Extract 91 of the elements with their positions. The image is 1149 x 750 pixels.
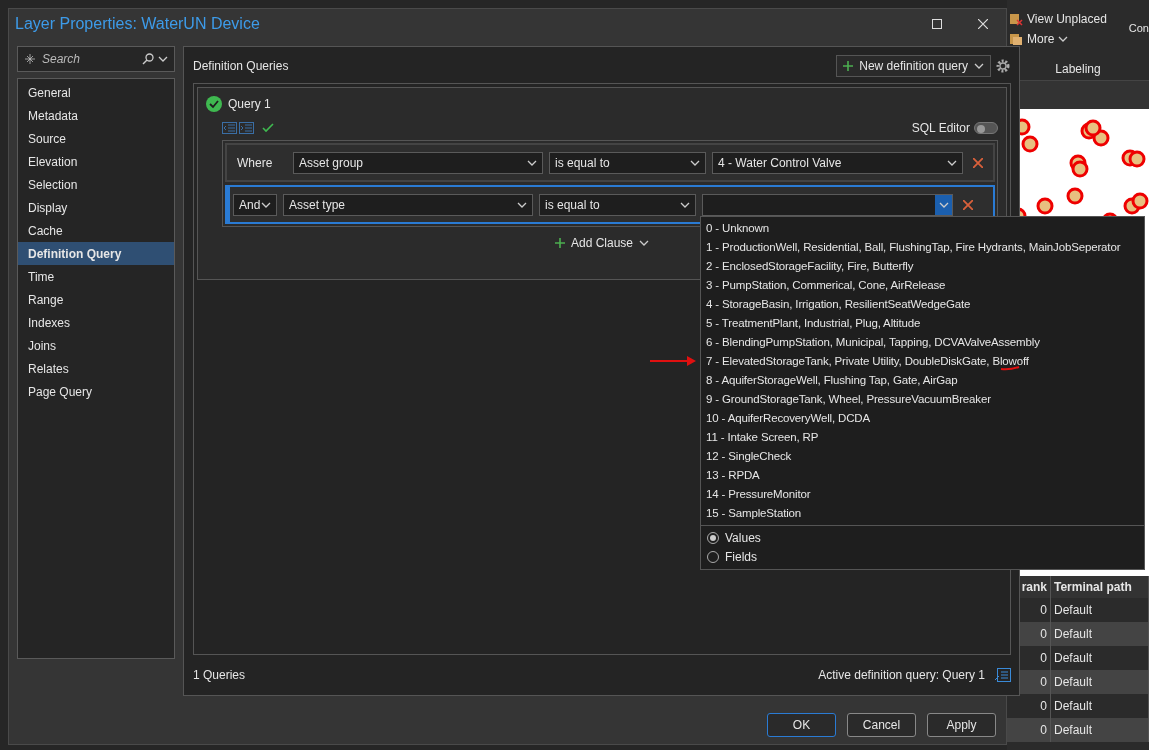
window-title: Layer Properties: WaterUN Device: [15, 14, 261, 33]
caret-icon: [1058, 36, 1069, 42]
dropdown-option[interactable]: 10 - AquiferRecoveryWell, DCDA: [701, 408, 1144, 427]
operator-dropdown[interactable]: is equal to: [549, 151, 706, 174]
plus-icon: [843, 61, 854, 71]
maximize-icon: [932, 18, 942, 29]
query-count: 1 Queries: [193, 668, 246, 682]
dialog-button[interactable]: Apply: [927, 713, 996, 737]
close-icon: [978, 18, 988, 29]
arrow-annotation: [649, 355, 697, 367]
radio-option[interactable]: Values: [707, 531, 1138, 545]
sparkle-icon: [24, 53, 36, 65]
dropdown-option[interactable]: 8 - AquiferStorageWell, Flushing Tap, Gate, AirGap: [701, 370, 1144, 389]
dropdown-option[interactable]: 9 - GroundStorageTank, Wheel, PressureVacuumBreaker: [701, 389, 1144, 408]
section-title: Definition Queries: [193, 59, 289, 73]
dialog-button[interactable]: Cancel: [847, 713, 916, 737]
close-icon: [963, 199, 973, 210]
caret-icon: [261, 201, 271, 208]
value-dropdown[interactable]: 4 - Water Control Valve: [712, 151, 963, 174]
active-query-label: Active definition query: Query 1: [818, 668, 985, 682]
search-icon: [142, 53, 154, 65]
checkmark-icon[interactable]: [262, 123, 274, 133]
connector-dropdown[interactable]: And: [233, 193, 277, 216]
clause-connector: Where: [236, 155, 274, 170]
caret-icon: [527, 159, 537, 166]
dropdown-option[interactable]: 13 - RPDA: [701, 465, 1144, 484]
close-icon: [973, 157, 983, 168]
ribbon-button[interactable]: View Unplaced: [1009, 12, 1129, 26]
sidebar-item[interactable]: General: [18, 81, 174, 104]
label-stack-icon: [1009, 32, 1023, 46]
sidebar-item[interactable]: Metadata: [18, 104, 174, 127]
dropdown-option[interactable]: 3 - PumpStation, Commerical, Cone, AirRelease: [701, 275, 1144, 294]
underline-annotation: [1000, 366, 1020, 371]
caret-icon: [517, 201, 527, 208]
caret-icon: [938, 201, 949, 208]
dropdown-option[interactable]: 4 - StorageBasin, Irrigation, ResilientSeatWedgeGate: [701, 294, 1144, 313]
dropdown-option[interactable]: 6 - BlendingPumpStation, Municipal, Tapping, DCVAValveAssembly: [701, 332, 1144, 351]
sql-editor-toggle[interactable]: [974, 122, 998, 134]
caret-icon: [639, 240, 649, 246]
dropdown-option[interactable]: 11 - Intake Screen, RP: [701, 427, 1144, 446]
label-tag-icon: [1009, 12, 1023, 26]
plus-icon: [554, 238, 565, 248]
sidebar-item[interactable]: Joins: [18, 334, 174, 357]
column-header[interactable]: Terminal path: [1051, 576, 1149, 598]
sidebar-item[interactable]: Indexes: [18, 311, 174, 334]
dropdown-option[interactable]: 14 - PressureMonitor: [701, 484, 1144, 503]
sidebar-item[interactable]: Range: [18, 288, 174, 311]
new-query-button[interactable]: New definition query: [836, 55, 991, 77]
settings-icon: [995, 58, 1011, 74]
sidebar-item[interactable]: Definition Query: [18, 242, 174, 265]
dropdown-option[interactable]: 7 - ElevatedStorageTank, Private Utility, DoubleDiskGate, Blowoff: [701, 351, 1144, 370]
sidebar-item[interactable]: Page Query: [18, 380, 174, 403]
caret-icon: [158, 56, 168, 62]
query-name: Query 1: [228, 97, 271, 111]
table-cell: 0: [1007, 718, 1051, 742]
dropdown-option[interactable]: 5 - TreatmentPlant, Industrial, Plug, Altitude: [701, 313, 1144, 332]
table-cell: Default: [1051, 718, 1149, 742]
operator-dropdown[interactable]: is equal to: [539, 193, 696, 216]
value-field[interactable]: [702, 193, 953, 216]
dialog-button[interactable]: OK: [767, 713, 836, 737]
dropdown-option[interactable]: 0 - Unknown: [701, 218, 1144, 237]
ribbon-label: Con: [1128, 21, 1149, 36]
radio-option[interactable]: Fields: [707, 550, 1138, 564]
ribbon-button[interactable]: More: [1009, 32, 1129, 46]
ribbon-group-label: Labeling: [1054, 61, 1102, 78]
dropdown-option[interactable]: 1 - ProductionWell, Residential, Ball, FlushingTap, Fire Hydrants, MainJobSeperator: [701, 237, 1144, 256]
field-dropdown[interactable]: Asset group: [293, 151, 543, 174]
list-icon[interactable]: [995, 668, 1011, 682]
sidebar-item[interactable]: Source: [18, 127, 174, 150]
toggle-label: SQL Editor: [911, 121, 970, 135]
search-box[interactable]: Search: [17, 46, 175, 72]
sidebar-item[interactable]: Elevation: [18, 150, 174, 173]
caret-icon: [974, 63, 984, 69]
sidebar-item[interactable]: Selection: [18, 173, 174, 196]
sidebar-item[interactable]: Time: [18, 265, 174, 288]
sidebar-item[interactable]: Relates: [18, 357, 174, 380]
caret-icon: [690, 159, 700, 166]
table-cell: Default: [1051, 622, 1149, 646]
dropdown-option[interactable]: 12 - SingleCheck: [701, 446, 1144, 465]
search-field[interactable]: Search: [40, 51, 138, 67]
sidebar-item[interactable]: Cache: [18, 219, 174, 242]
outdent-icon[interactable]: [222, 122, 237, 134]
field-dropdown[interactable]: Asset type: [283, 193, 533, 216]
dropdown-option[interactable]: 15 - SampleStation: [701, 503, 1144, 522]
indent-icon[interactable]: [239, 122, 254, 134]
sidebar-item[interactable]: Display: [18, 196, 174, 219]
caret-icon: [680, 201, 690, 208]
table-cell: Default: [1051, 670, 1149, 694]
dropdown-button[interactable]: [935, 194, 952, 215]
caret-icon: [947, 159, 957, 166]
dropdown-option[interactable]: 2 - EnclosedStorageFacility, Fire, Butterfly: [701, 256, 1144, 275]
